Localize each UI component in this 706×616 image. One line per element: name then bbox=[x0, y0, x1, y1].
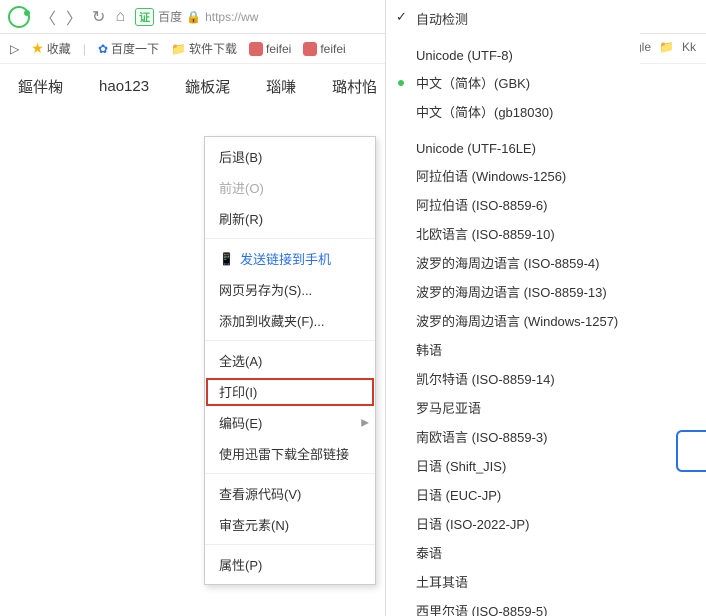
home-icon[interactable]: ⌂ bbox=[115, 8, 125, 26]
cm-inspect[interactable]: 审查元素(N) bbox=[205, 509, 375, 540]
context-menu: 后退(B) 前进(O) 刷新(R) 📱 发送链接到手机 网页另存为(S)... 添… bbox=[204, 136, 376, 585]
bookmark-label: 百度一下 bbox=[111, 40, 159, 57]
enc-auto[interactable]: 自动检测 bbox=[386, 4, 640, 33]
enc-item[interactable]: 波罗的海周边语言 (Windows-1257) bbox=[386, 306, 640, 335]
enc-item[interactable]: Unicode (UTF-8) bbox=[386, 43, 640, 68]
cm-selectall[interactable]: 全选(A) bbox=[205, 345, 375, 376]
url-text[interactable]: https://ww bbox=[205, 10, 258, 24]
cm-sendlink[interactable]: 📱 发送链接到手机 bbox=[205, 243, 375, 274]
favorites-button[interactable]: ★收藏 bbox=[31, 40, 71, 57]
bookmark-item[interactable]: 📁软件下载 bbox=[171, 40, 237, 57]
enc-item[interactable]: 阿拉伯语 (ISO-8859-6) bbox=[386, 190, 640, 219]
bookmark-label: 软件下载 bbox=[189, 40, 237, 57]
encoding-submenu: 自动检测 Unicode (UTF-8) 中文（简体）(GBK) 中文（简体）(… bbox=[385, 0, 640, 616]
avatar-icon bbox=[303, 42, 317, 56]
nav-tab[interactable]: hao123 bbox=[99, 78, 149, 95]
enc-item[interactable]: 罗马尼亚语 bbox=[386, 393, 640, 422]
folder-icon: 📁 bbox=[659, 40, 674, 54]
separator bbox=[205, 340, 375, 341]
separator bbox=[386, 126, 640, 136]
avatar-icon bbox=[249, 42, 263, 56]
bookmark-label: feifei bbox=[266, 42, 291, 56]
cm-refresh[interactable]: 刷新(R) bbox=[205, 203, 375, 234]
enc-item[interactable]: 西里尔语 (ISO-8859-5) bbox=[386, 596, 640, 616]
enc-item[interactable]: 韩语 bbox=[386, 335, 640, 364]
enc-item[interactable]: 土耳其语 bbox=[386, 567, 640, 596]
enc-item-active[interactable]: 中文（简体）(GBK) bbox=[386, 68, 640, 97]
cm-back[interactable]: 后退(B) bbox=[205, 141, 375, 172]
nav-tab[interactable]: 鍦板浘 bbox=[185, 76, 230, 97]
cert-shield-icon: 证 bbox=[135, 8, 154, 26]
enc-item[interactable]: 泰语 bbox=[386, 538, 640, 567]
bookmark-trunc[interactable]: Kk bbox=[682, 40, 696, 54]
chevron-right-icon: ▶ bbox=[361, 417, 369, 428]
enc-item[interactable]: 波罗的海周边语言 (ISO-8859-13) bbox=[386, 277, 640, 306]
lock-icon: 🔒 bbox=[186, 10, 201, 24]
star-icon: ★ bbox=[31, 40, 44, 57]
cm-saveas[interactable]: 网页另存为(S)... bbox=[205, 274, 375, 305]
enc-item[interactable]: 中文（简体）(gb18030) bbox=[386, 97, 640, 126]
reload-icon[interactable]: ↻ bbox=[92, 7, 105, 27]
site-name: 百度 bbox=[158, 8, 182, 25]
enc-item[interactable]: 南欧语言 (ISO-8859-3) bbox=[386, 422, 640, 451]
cm-sendlink-label: 发送链接到手机 bbox=[240, 249, 331, 268]
cm-print[interactable]: 打印(I) bbox=[205, 376, 375, 407]
enc-item[interactable]: 阿拉伯语 (Windows-1256) bbox=[386, 161, 640, 190]
nav-tab[interactable]: 瑙嗛 bbox=[266, 76, 296, 97]
cm-addfav[interactable]: 添加到收藏夹(F)... bbox=[205, 305, 375, 336]
separator bbox=[205, 473, 375, 474]
side-widget[interactable] bbox=[676, 430, 706, 472]
bookmark-item[interactable]: feifei bbox=[303, 42, 345, 56]
cm-properties[interactable]: 属性(P) bbox=[205, 549, 375, 580]
cm-encoding-label: 编码(E) bbox=[219, 413, 262, 432]
nav-tab[interactable]: 鏂伴椈 bbox=[18, 76, 63, 97]
bookmark-label: feifei bbox=[320, 42, 345, 56]
back-icon[interactable]: 〈 bbox=[40, 5, 56, 29]
enc-item[interactable]: 日语 (Shift_JIS) bbox=[386, 451, 640, 480]
enc-item[interactable]: 日语 (ISO-2022-JP) bbox=[386, 509, 640, 538]
cm-viewsource[interactable]: 查看源代码(V) bbox=[205, 478, 375, 509]
separator bbox=[386, 33, 640, 43]
separator bbox=[205, 544, 375, 545]
browser-logo-icon bbox=[8, 6, 30, 28]
folder-icon: 📁 bbox=[171, 42, 186, 56]
nav-tab[interactable]: 璐村惂 bbox=[332, 76, 377, 97]
enc-item[interactable]: 波罗的海周边语言 (ISO-8859-4) bbox=[386, 248, 640, 277]
enc-item[interactable]: 日语 (EUC-JP) bbox=[386, 480, 640, 509]
address-badge: 证 百度 🔒 https://ww bbox=[135, 8, 258, 26]
favorites-label: 收藏 bbox=[47, 40, 71, 57]
cm-encoding[interactable]: 编码(E) ▶ bbox=[205, 407, 375, 438]
separator bbox=[205, 238, 375, 239]
enc-item[interactable]: 凯尔特语 (ISO-8859-14) bbox=[386, 364, 640, 393]
paw-icon: ✿ bbox=[98, 42, 108, 56]
enc-item[interactable]: Unicode (UTF-16LE) bbox=[386, 136, 640, 161]
bookmark-item[interactable]: feifei bbox=[249, 42, 291, 56]
enc-item[interactable]: 北欧语言 (ISO-8859-10) bbox=[386, 219, 640, 248]
cm-forward: 前进(O) bbox=[205, 172, 375, 203]
forward-icon[interactable]: 〉 bbox=[66, 5, 82, 29]
play-icon[interactable]: ▷ bbox=[10, 42, 19, 56]
cm-thunder[interactable]: 使用迅雷下载全部链接 bbox=[205, 438, 375, 469]
bookmark-item[interactable]: ✿百度一下 bbox=[98, 40, 159, 57]
phone-icon: 📱 bbox=[219, 252, 234, 266]
